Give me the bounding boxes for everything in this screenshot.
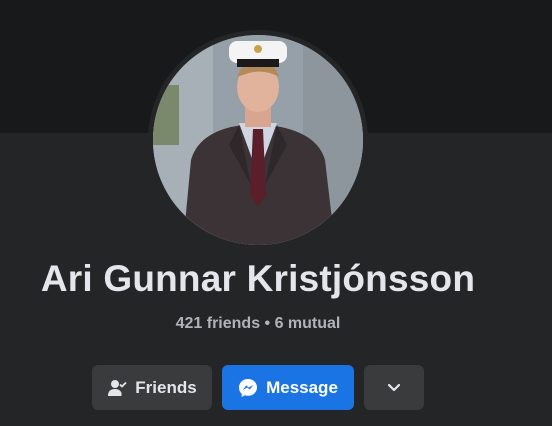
profile-name: Ari Gunnar Kristjónsson xyxy=(40,258,476,299)
profile-avatar[interactable] xyxy=(153,35,363,245)
messenger-icon xyxy=(238,378,258,398)
message-button[interactable]: Message xyxy=(222,365,354,410)
friends-check-icon xyxy=(107,378,127,398)
friends-button-label: Friends xyxy=(135,377,197,397)
message-button-label: Message xyxy=(266,377,338,397)
friends-count[interactable]: 421 friends • 6 mutual xyxy=(0,315,516,333)
profile-photo xyxy=(153,35,363,245)
profile-actions: Friends Message xyxy=(92,365,424,410)
more-options-button[interactable] xyxy=(364,365,424,410)
friends-button[interactable]: Friends xyxy=(92,365,212,410)
profile-header: Ari Gunnar Kristjónsson 421 friends • 6 … xyxy=(0,0,552,426)
chevron-down-icon xyxy=(387,378,401,398)
